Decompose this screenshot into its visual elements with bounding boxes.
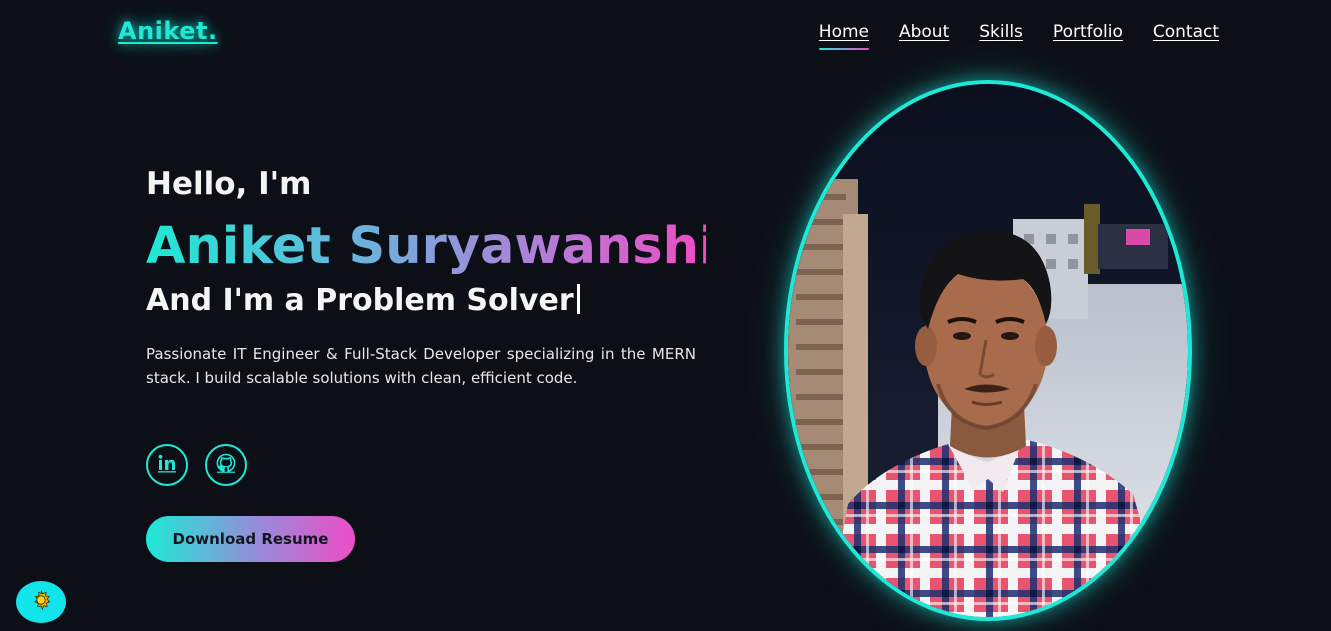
theme-toggle-button[interactable] [16, 581, 66, 623]
sun-icon [30, 589, 52, 615]
nav-skills[interactable]: Skills [979, 22, 1023, 42]
page: Aniket. Home About Skills Portfolio Cont… [0, 0, 1331, 631]
hero-role-text: And I'm a Problem Solver [146, 282, 574, 318]
nav-about[interactable]: About [899, 22, 949, 42]
nav-portfolio[interactable]: Portfolio [1053, 22, 1123, 42]
profile-photo [788, 84, 1188, 617]
github-icon [216, 453, 236, 477]
social-links [146, 444, 247, 486]
hero-name: Aniket Suryawanshi [146, 217, 717, 276]
github-link[interactable] [205, 444, 247, 486]
hero-role: And I'm a Problem Solver [146, 283, 706, 318]
linkedin-icon [157, 453, 177, 477]
hero-section: Hello, I'm Aniket Suryawanshi And I'm a … [146, 166, 717, 390]
profile-photo-frame [784, 80, 1192, 621]
main-nav: Home About Skills Portfolio Contact [818, 22, 1219, 50]
hero-description: Passionate IT Engineer & Full-Stack Deve… [146, 344, 696, 387]
site-logo[interactable]: Aniket. [118, 17, 218, 45]
nav-home[interactable]: Home [818, 22, 870, 50]
hero-greeting: Hello, I'm [146, 166, 312, 202]
linkedin-link[interactable] [146, 444, 188, 486]
typing-cursor [576, 283, 580, 314]
nav-contact[interactable]: Contact [1153, 22, 1219, 42]
download-resume-button[interactable]: Download Resume [146, 516, 355, 562]
